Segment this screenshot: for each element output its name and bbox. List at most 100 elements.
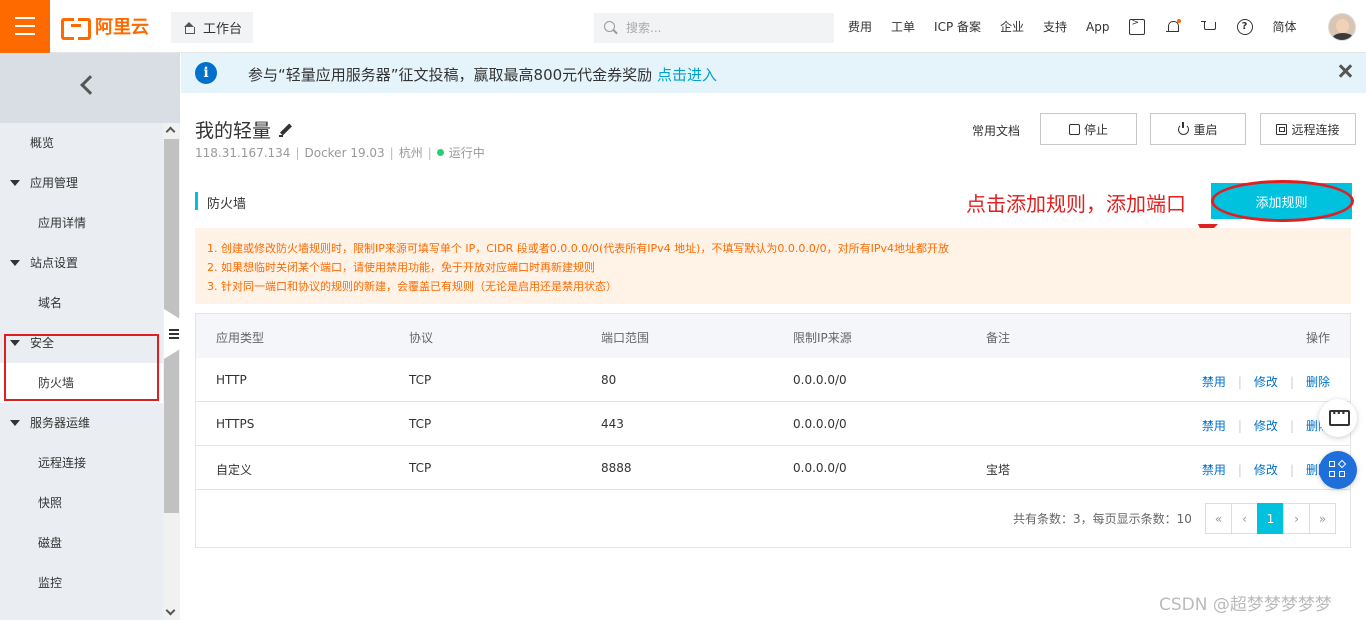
caret-down-icon: [10, 180, 20, 186]
search-input[interactable]: [626, 21, 806, 35]
row-actions: 禁用 | 修改 | 删除: [1201, 375, 1330, 389]
sidebar: 概览 应用管理 应用详情 站点设置 域名 安全 防火墙 服务器运维 远程连接 快…: [0, 53, 180, 620]
column-header: 限制IP来源: [793, 331, 852, 345]
add-rule-button[interactable]: 添加规则: [1211, 183, 1352, 219]
pagination: « ‹ 1 › »: [1205, 503, 1336, 534]
instance-ip: 118.31.167.134: [195, 145, 291, 160]
power-icon: [1178, 121, 1190, 135]
nav-support[interactable]: 支持: [1043, 18, 1067, 35]
table-cell: 8888: [601, 461, 632, 475]
instance-region: 杭州: [398, 146, 423, 160]
tips-box: 1. 创建或修改防火墙规则时，限制IP来源可填写单个 IP，CIDR 段或者0.…: [195, 228, 1351, 304]
firewall-table: 应用类型 协议 端口范围 限制IP来源 备注 操作 HTTP TCP 80 0.…: [195, 313, 1351, 548]
column-header: 操作: [1306, 331, 1331, 345]
workbench-label: 工作台: [203, 22, 243, 37]
stop-button[interactable]: 停止: [1040, 113, 1137, 145]
remote-label: 远程连接: [1291, 122, 1340, 137]
nav-app[interactable]: App: [1086, 20, 1109, 34]
caret-down-icon: [10, 260, 20, 266]
table-cell: 0.0.0.0/0: [793, 373, 847, 387]
remote-connect-button[interactable]: 远程连接: [1260, 113, 1356, 145]
chat-icon[interactable]: [1319, 399, 1357, 437]
tip-line: 3. 针对同一端口和协议的规则的新建，会覆盖已有规则（无论是启用还是禁用状态）: [207, 280, 617, 293]
docs-link[interactable]: 常用文档: [972, 122, 1020, 139]
cart-icon[interactable]: [1200, 19, 1217, 35]
modify-link[interactable]: 修改: [1254, 419, 1278, 433]
column-header: 端口范围: [601, 331, 650, 345]
sidebar-group-label: 站点设置: [30, 256, 79, 270]
sidebar-group-app-management[interactable]: 应用管理: [0, 163, 163, 203]
sidebar-item-disk[interactable]: 磁盘: [0, 523, 163, 563]
avatar[interactable]: [1328, 13, 1356, 41]
sidebar-item-snapshot[interactable]: 快照: [0, 483, 163, 523]
nav-fees[interactable]: 费用: [848, 18, 872, 35]
tip-line: 2. 如果想临时关闭某个端口，请使用禁用功能，免于开放对应端口时再新建规则: [207, 261, 595, 274]
annotation-text: 点击添加规则，添加端口: [966, 192, 1186, 216]
search-icon: [604, 21, 618, 35]
aliyun-logo[interactable]: 阿里云: [61, 13, 149, 40]
sidebar-header: [0, 53, 180, 123]
remote-icon: [1276, 123, 1288, 135]
sidebar-scrollbar[interactable]: [163, 123, 180, 620]
watermark: CSDN @超梦梦梦梦梦: [1159, 595, 1332, 615]
caret-down-icon: [10, 420, 20, 426]
delete-link[interactable]: 删除: [1306, 375, 1330, 389]
logo-text: 阿里云: [95, 17, 149, 38]
disable-link[interactable]: 禁用: [1202, 463, 1226, 477]
notice-link[interactable]: 点击进入: [657, 66, 717, 84]
sidebar-item-domain[interactable]: 域名: [0, 283, 163, 323]
row-actions: 禁用 | 修改 | 删除: [1201, 463, 1330, 477]
workbench-button[interactable]: 工作台: [171, 12, 253, 43]
disable-link[interactable]: 禁用: [1202, 419, 1226, 433]
modify-link[interactable]: 修改: [1254, 375, 1278, 389]
edit-icon[interactable]: [278, 122, 294, 138]
sidebar-item-remote[interactable]: 远程连接: [0, 443, 163, 483]
stop-label: 停止: [1083, 122, 1108, 137]
nav-icp[interactable]: ICP 备案: [934, 18, 981, 35]
column-header: 备注: [986, 331, 1011, 345]
stop-icon: [1068, 123, 1080, 135]
modify-link[interactable]: 修改: [1254, 463, 1278, 477]
info-icon: i: [195, 62, 217, 84]
status-dot-icon: [436, 149, 444, 156]
instance-meta: 118.31.167.134 | Docker 19.03 | 杭州 | 运行中: [195, 145, 485, 161]
table-cell: TCP: [409, 461, 432, 475]
bell-icon[interactable]: [1165, 18, 1181, 35]
language-switch[interactable]: 简体: [1273, 18, 1297, 35]
table-row: 自定义 TCP 8888 0.0.0.0/0 宝塔 禁用 | 修改 | 删除: [196, 446, 1350, 490]
sidebar-item-monitor[interactable]: 监控: [0, 563, 163, 603]
table-cell: TCP: [409, 373, 432, 387]
search-box[interactable]: [594, 13, 834, 43]
help-icon[interactable]: ?: [1236, 18, 1253, 35]
nav-tickets[interactable]: 工单: [891, 18, 915, 35]
next-page-button[interactable]: ›: [1283, 503, 1310, 534]
sidebar-group-label: 服务器运维: [30, 416, 91, 430]
menu-icon[interactable]: [0, 0, 50, 53]
table-cell: 自定义: [216, 463, 253, 477]
prev-page-button[interactable]: ‹: [1231, 503, 1258, 534]
row-actions: 禁用 | 修改 | 删除: [1201, 419, 1330, 433]
disable-link[interactable]: 禁用: [1202, 375, 1226, 389]
apps-icon[interactable]: [1319, 451, 1357, 489]
page-title: 我的轻量: [195, 116, 294, 143]
scroll-down-icon[interactable]: [165, 605, 176, 616]
nav-enterprise[interactable]: 企业: [1000, 18, 1024, 35]
sidebar-item-overview[interactable]: 概览: [0, 123, 163, 163]
table-row: HTTPS TCP 443 0.0.0.0/0 禁用 | 修改 | 删除: [196, 402, 1350, 446]
last-page-button[interactable]: »: [1309, 503, 1336, 534]
top-bar: 阿里云 工作台 费用 工单 ICP 备案 企业 支持 App ? 简体: [0, 0, 1366, 53]
restart-button[interactable]: 重启: [1150, 113, 1246, 145]
sidebar-group-server-ops[interactable]: 服务器运维: [0, 403, 163, 443]
table-cell: HTTPS: [216, 417, 255, 431]
back-chevron-icon[interactable]: [80, 75, 100, 95]
terminal-icon[interactable]: [1128, 18, 1145, 35]
pagination-info: 共有条数：3，每页显示条数：10: [1013, 512, 1192, 526]
scroll-up-icon[interactable]: [165, 126, 176, 137]
close-icon[interactable]: [1338, 64, 1352, 78]
sidebar-group-site-settings[interactable]: 站点设置: [0, 243, 163, 283]
first-page-button[interactable]: «: [1205, 503, 1232, 534]
sidebar-item-app-details[interactable]: 应用详情: [0, 203, 163, 243]
page-button-current[interactable]: 1: [1257, 503, 1284, 534]
sidebar-group-label: 应用管理: [30, 176, 79, 190]
table-cell: 0.0.0.0/0: [793, 417, 847, 431]
